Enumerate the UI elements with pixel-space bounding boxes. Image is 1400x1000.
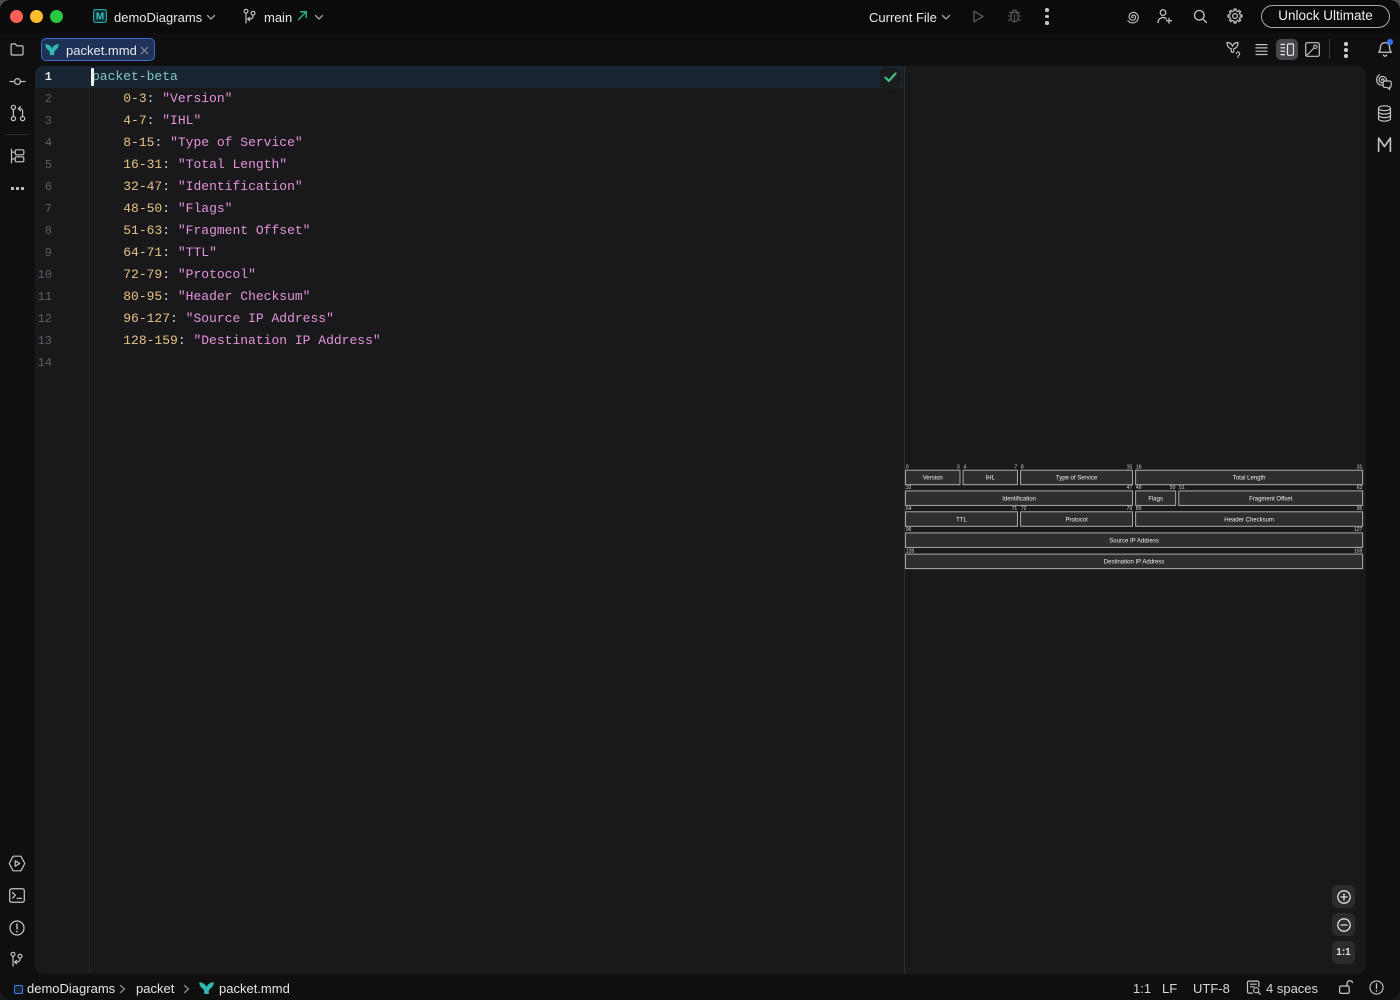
svg-text:71: 71 — [1012, 506, 1018, 512]
svg-text:79: 79 — [1127, 506, 1133, 512]
svg-text:IHL: IHL — [986, 476, 996, 482]
svg-text:Total Length: Total Length — [1233, 476, 1266, 482]
svg-text:32: 32 — [906, 485, 912, 491]
svg-text:47: 47 — [1127, 485, 1133, 491]
svg-text:127: 127 — [1354, 527, 1363, 533]
svg-text:3: 3 — [957, 464, 960, 470]
svg-text:Source IP Address: Source IP Address — [1109, 538, 1159, 544]
svg-text:96: 96 — [906, 527, 912, 533]
svg-text:48: 48 — [1136, 485, 1142, 491]
svg-text:72: 72 — [1021, 506, 1027, 512]
svg-text:TTL: TTL — [956, 517, 967, 523]
svg-text:16: 16 — [1136, 464, 1142, 470]
svg-text:Header Checksum: Header Checksum — [1224, 517, 1274, 523]
svg-text:50: 50 — [1170, 485, 1176, 491]
svg-text:Protocol: Protocol — [1066, 517, 1088, 523]
svg-text:51: 51 — [1179, 485, 1185, 491]
svg-text:128: 128 — [906, 548, 915, 554]
svg-text:Version: Version — [923, 476, 943, 482]
svg-text:15: 15 — [1127, 464, 1133, 470]
svg-text:7: 7 — [1014, 464, 1017, 470]
svg-text:M: M — [96, 12, 104, 23]
svg-text:0: 0 — [906, 464, 909, 470]
svg-text:Flags: Flags — [1148, 496, 1163, 502]
svg-text:Identification: Identification — [1002, 496, 1036, 502]
svg-text:4: 4 — [963, 464, 966, 470]
svg-text:8: 8 — [1021, 464, 1024, 470]
svg-text:80: 80 — [1136, 506, 1142, 512]
svg-text:31: 31 — [1357, 464, 1363, 470]
svg-text:Fragment Offset: Fragment Offset — [1249, 496, 1293, 502]
svg-text:64: 64 — [906, 506, 912, 512]
svg-text:63: 63 — [1357, 485, 1363, 491]
svg-text:Type of Service: Type of Service — [1056, 476, 1098, 482]
svg-text:159: 159 — [1354, 548, 1363, 554]
svg-text:Destination IP Address: Destination IP Address — [1104, 560, 1165, 566]
svg-text:95: 95 — [1357, 506, 1363, 512]
